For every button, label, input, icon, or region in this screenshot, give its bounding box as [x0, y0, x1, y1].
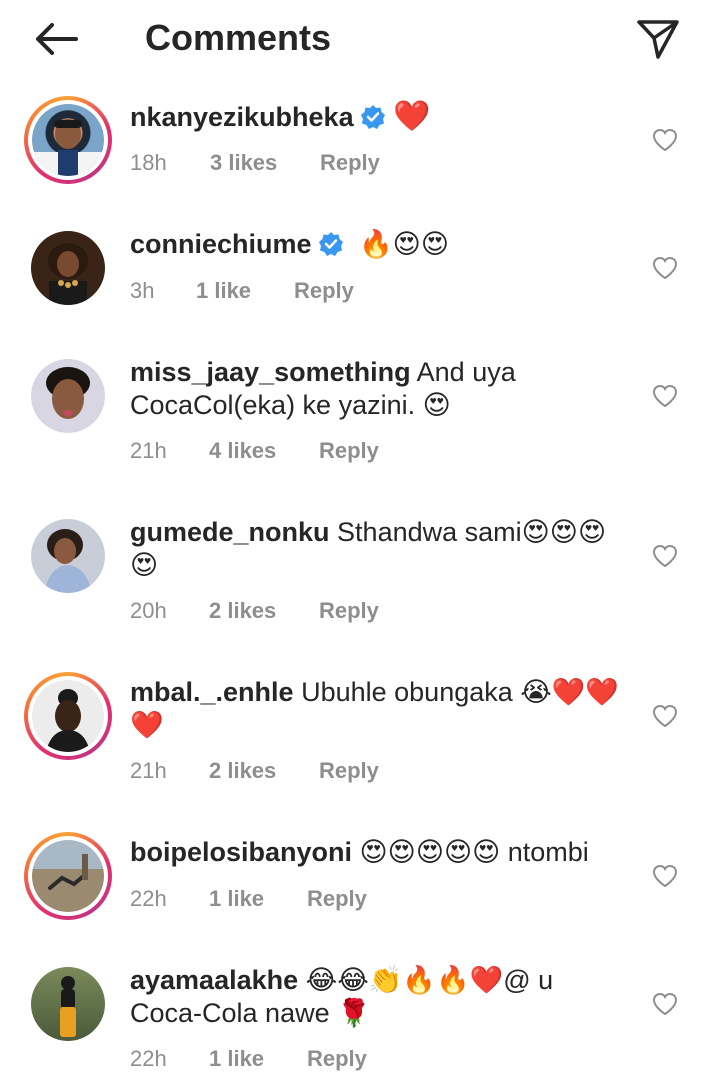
- arrow-left-icon: [36, 23, 78, 55]
- heart-outline-icon: [652, 992, 678, 1016]
- comment-likes[interactable]: 1 like: [209, 1044, 307, 1074]
- avatar[interactable]: [24, 224, 112, 312]
- like-button[interactable]: [650, 542, 680, 570]
- comment-meta: 3h 1 like Reply: [130, 276, 354, 306]
- comment-username[interactable]: mbal._.enhle: [130, 677, 294, 707]
- heart-outline-icon: [652, 384, 678, 408]
- comment-body: boipelosibanyoni 😍😍😍😍😍 ntombi: [130, 836, 630, 869]
- profile-photo: [45, 529, 91, 593]
- profile-photo: [46, 689, 90, 752]
- comment-body: miss_jaay_something And uya CocaCol(eka)…: [130, 356, 630, 422]
- comment-meta: 21h 2 likes Reply: [130, 756, 379, 786]
- reply-button[interactable]: Reply: [307, 1044, 367, 1074]
- profile-photo: [46, 367, 90, 419]
- comment-text: ❤️: [393, 99, 431, 134]
- comment-username[interactable]: conniechiume: [130, 229, 312, 259]
- verified-badge-icon: [318, 232, 343, 256]
- profile-photo: [32, 119, 104, 176]
- avatar[interactable]: [24, 352, 112, 440]
- comment-body: gumede_nonku Sthandwa sami😍😍😍😍: [130, 516, 630, 582]
- comment-meta: 20h 2 likes Reply: [130, 596, 379, 626]
- comment-text: 🔥😍😍: [359, 229, 449, 260]
- header-bar: Comments: [0, 0, 720, 80]
- comment-time: 20h: [130, 598, 167, 623]
- profile-photo: [60, 976, 76, 1037]
- comment-meta: 21h 4 likes Reply: [130, 436, 379, 466]
- comment-likes[interactable]: 1 like: [209, 884, 307, 914]
- comment-likes[interactable]: 4 likes: [209, 436, 319, 466]
- like-button[interactable]: [650, 702, 680, 730]
- like-button[interactable]: [650, 382, 680, 410]
- comment-time: 3h: [130, 278, 155, 303]
- reply-button[interactable]: Reply: [319, 436, 379, 466]
- comment-meta: 22h 1 like Reply: [130, 1044, 367, 1074]
- reply-button[interactable]: Reply: [294, 276, 354, 306]
- heart-outline-icon: [652, 704, 678, 728]
- heart-outline-icon: [652, 544, 678, 568]
- reply-button[interactable]: Reply: [320, 148, 380, 178]
- profile-photo: [48, 854, 88, 890]
- avatar[interactable]: [24, 832, 112, 920]
- comment-likes[interactable]: 3 likes: [210, 148, 320, 178]
- like-button[interactable]: [650, 126, 680, 154]
- avatar[interactable]: [24, 672, 112, 760]
- comment-text: 😍😍😍😍😍 ntombi: [359, 837, 589, 867]
- paper-plane-icon: [637, 20, 679, 59]
- comment-time: 22h: [130, 1046, 167, 1071]
- like-button[interactable]: [650, 862, 680, 890]
- page-title: Comments: [145, 17, 332, 58]
- comment-meta: 18h 3 likes Reply: [130, 148, 380, 178]
- comment-body: conniechiume 🔥😍😍: [130, 228, 630, 261]
- share-button[interactable]: [630, 14, 686, 64]
- comment-time: 22h: [130, 886, 167, 911]
- verified-badge-icon: [360, 105, 385, 129]
- reply-button[interactable]: Reply: [319, 756, 379, 786]
- profile-photo: [48, 243, 88, 305]
- reply-button[interactable]: Reply: [319, 596, 379, 626]
- comment-body: nkanyezikubheka ❤️: [130, 100, 630, 134]
- comment-time: 21h: [130, 438, 167, 463]
- heart-outline-icon: [652, 864, 678, 888]
- avatar[interactable]: [24, 96, 112, 184]
- reply-button[interactable]: Reply: [307, 884, 367, 914]
- avatar[interactable]: [24, 960, 112, 1048]
- like-button[interactable]: [650, 254, 680, 282]
- comment-username[interactable]: ayamaalakhe: [130, 965, 298, 995]
- comment-body: ayamaalakhe 😂😂👏🔥🔥❤️@ u Coca-Cola nawe 🌹: [130, 964, 630, 1030]
- comment-username[interactable]: miss_jaay_something: [130, 357, 411, 387]
- comment-time: 21h: [130, 758, 167, 783]
- like-button[interactable]: [650, 990, 680, 1018]
- comment-body: mbal._.enhle Ubuhle obungaka 😭❤️❤️❤️: [130, 676, 630, 742]
- comment-likes[interactable]: 1 like: [196, 276, 294, 306]
- avatar[interactable]: [24, 512, 112, 600]
- comment-username[interactable]: nkanyezikubheka: [130, 102, 354, 132]
- comment-likes[interactable]: 2 likes: [209, 756, 319, 786]
- comment-time: 18h: [130, 150, 167, 175]
- comment-likes[interactable]: 2 likes: [209, 596, 319, 626]
- comment-username[interactable]: gumede_nonku: [130, 517, 330, 547]
- heart-outline-icon: [652, 128, 678, 152]
- heart-outline-icon: [652, 256, 678, 280]
- comment-username[interactable]: boipelosibanyoni: [130, 837, 352, 867]
- comment-meta: 22h 1 like Reply: [130, 884, 367, 914]
- back-button[interactable]: [28, 16, 84, 62]
